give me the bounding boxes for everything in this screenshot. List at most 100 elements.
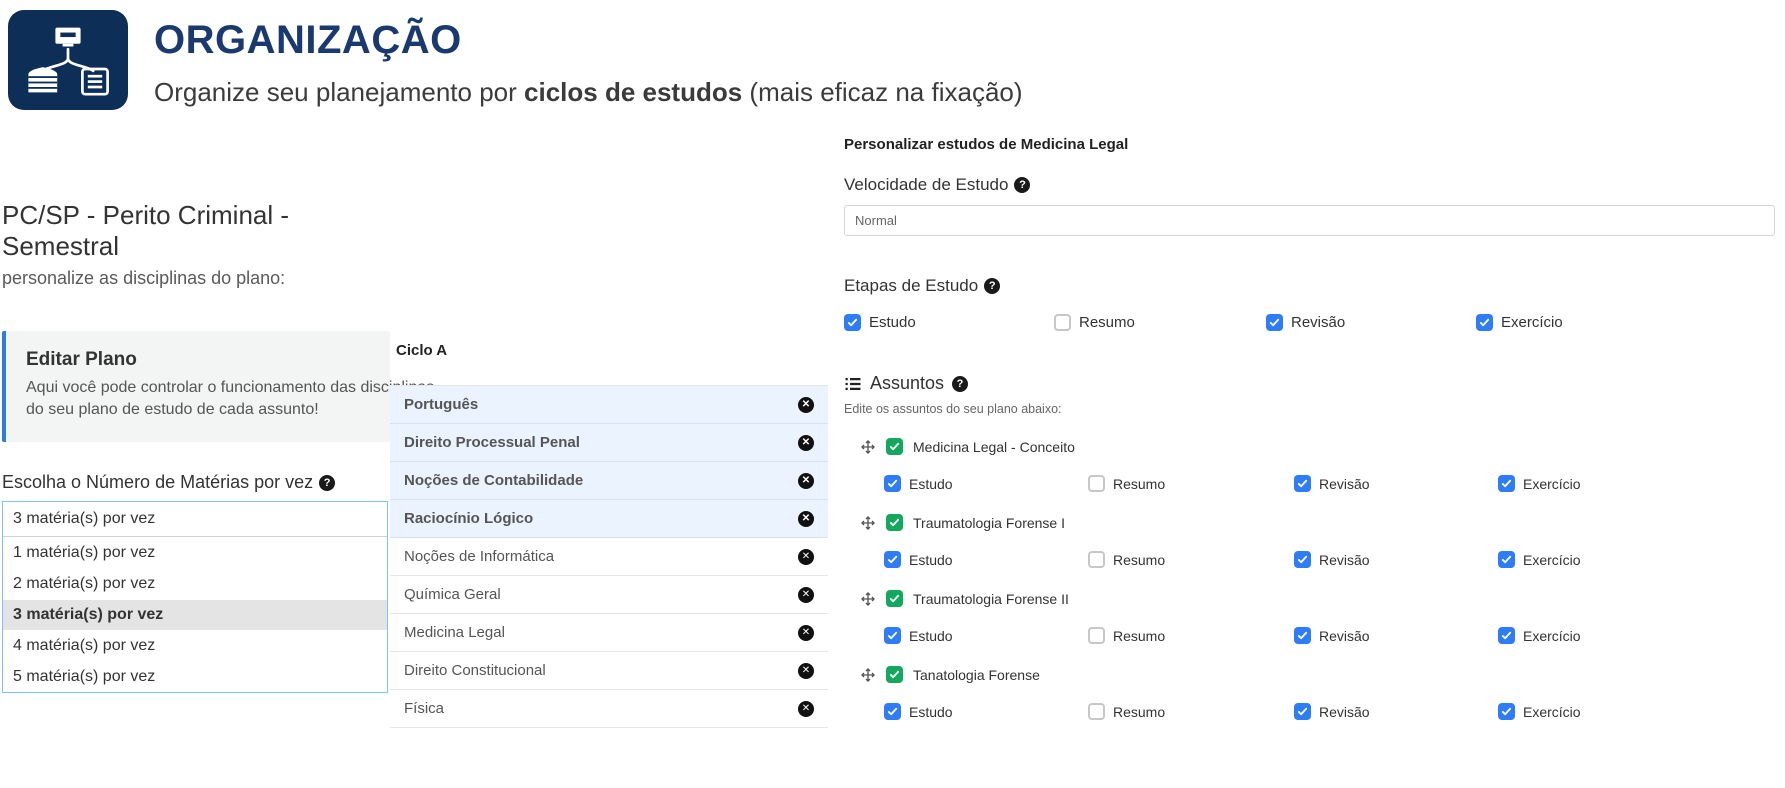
stage-label: Revisão [1319,552,1370,568]
remove-icon[interactable]: ✕ [798,435,814,451]
drag-icon[interactable] [860,439,876,455]
cycle-item-label: Química Geral [404,586,501,603]
cycle-item[interactable]: Direito Constitucional ✕ [390,652,828,690]
stage-label: Estudo [909,704,953,720]
stage-revisão: Revisão [1294,703,1498,720]
drag-icon[interactable] [860,667,876,683]
stage-checkbox[interactable] [1294,475,1311,492]
stage-checkbox[interactable] [1498,703,1515,720]
stage-checkbox[interactable] [1294,703,1311,720]
page-title: ORGANIZAÇÃO [154,18,1023,63]
stage-checkbox[interactable] [1294,627,1311,644]
remove-icon[interactable]: ✕ [798,473,814,489]
help-icon[interactable]: ? [952,376,968,392]
topic-checkbox[interactable] [886,666,903,683]
stage-checkbox[interactable] [1498,551,1515,568]
stage-checkbox[interactable] [1266,314,1283,331]
stage-exercício: Exercício [1498,627,1775,644]
topic-checkbox[interactable] [886,514,903,531]
cycle-title: Ciclo A [390,342,830,359]
stage-label: Revisão [1319,704,1370,720]
edit-plan-desc: Aqui você pode controlar o funcionamento… [26,377,446,420]
stage-label: Exercício [1523,476,1581,492]
stage-checkbox[interactable] [1088,627,1105,644]
stage-label: Estudo [909,628,953,644]
remove-icon[interactable]: ✕ [798,397,814,413]
remove-icon[interactable]: ✕ [798,663,814,679]
stage-resumo: Resumo [1054,314,1266,331]
stages-row: Estudo Resumo Revisão Exercício [844,314,1775,331]
edit-plan-card: Editar Plano Aqui você pode controlar o … [2,331,390,442]
remove-icon[interactable]: ✕ [798,625,814,641]
cycle-item[interactable]: Química Geral ✕ [390,576,828,614]
speed-label: Velocidade de Estudo ? [844,175,1775,195]
topic-name: Tanatologia Forense [913,667,1040,683]
cycle-item-label: Noções de Contabilidade [404,472,583,489]
topic-checkbox[interactable] [886,438,903,455]
stage-label: Revisão [1319,628,1370,644]
cycle-item[interactable]: Raciocínio Lógico✕ [390,500,828,538]
topic-item: Medicina Legal - ConceitoEstudoResumoRev… [844,438,1775,492]
cycle-item-label: Direito Constitucional [404,662,546,679]
select-option[interactable]: 2 matéria(s) por vez [3,568,387,599]
subjects-count-select[interactable]: 3 matéria(s) por vez 1 matéria(s) por ve… [2,501,388,693]
topic-item: Tanatologia ForenseEstudoResumoRevisãoEx… [844,666,1775,720]
help-icon[interactable]: ? [1014,177,1030,193]
cycle-item[interactable]: Medicina Legal✕ [390,614,828,652]
stage-checkbox[interactable] [844,314,861,331]
topic-checkbox[interactable] [886,590,903,607]
cycle-item[interactable]: Direito Processual Penal ✕ [390,424,828,462]
remove-icon[interactable]: ✕ [798,511,814,527]
stage-checkbox[interactable] [1088,703,1105,720]
cycle-item-label: Noções de Informática [404,548,554,565]
cycle-item[interactable]: Noções de Contabilidade ✕ [390,462,828,500]
customize-title: Personalizar estudos de Medicina Legal [844,136,1775,153]
select-option[interactable]: 1 matéria(s) por vez [3,537,387,568]
stage-checkbox[interactable] [1476,314,1493,331]
stage-estudo: Estudo [884,551,1088,568]
drag-icon[interactable] [860,591,876,607]
select-option[interactable]: 4 matéria(s) por vez [3,630,387,661]
page-subtitle: Organize seu planejamento por ciclos de … [154,77,1023,108]
cycle-item[interactable]: Física✕ [390,690,828,728]
remove-icon[interactable]: ✕ [798,587,814,603]
stage-exercício: Exercício [1498,703,1775,720]
stage-label: Exercício [1501,314,1563,331]
help-icon[interactable]: ? [319,475,335,491]
stage-revisão: Revisão [1266,314,1476,331]
stage-checkbox[interactable] [1054,314,1071,331]
select-current-value[interactable]: 3 matéria(s) por vez [3,502,387,537]
cycle-item[interactable]: Português✕ [390,386,828,424]
stage-checkbox[interactable] [1088,475,1105,492]
stage-checkbox[interactable] [884,703,901,720]
plan-subtitle: personalize as disciplinas do plano: [2,268,390,289]
stage-checkbox[interactable] [1498,475,1515,492]
cycle-item[interactable]: Noções de Informática ✕ [390,538,828,576]
stage-checkbox[interactable] [1498,627,1515,644]
remove-icon[interactable]: ✕ [798,549,814,565]
topic-name: Traumatologia Forense I [913,515,1065,531]
stage-checkbox[interactable] [884,551,901,568]
stage-label: Resumo [1079,314,1135,331]
remove-icon[interactable]: ✕ [798,701,814,717]
drag-icon[interactable] [860,515,876,531]
stage-checkbox[interactable] [884,475,901,492]
stage-label: Exercício [1523,704,1581,720]
stage-label: Revisão [1319,476,1370,492]
stage-estudo: Estudo [844,314,1054,331]
cycle-item-label: Direito Processual Penal [404,434,580,451]
topic-item: Traumatologia Forense IEstudoResumoRevis… [844,514,1775,568]
topics-header: Assuntos ? [844,373,1775,394]
edit-plan-title: Editar Plano [26,349,370,371]
stage-revisão: Revisão [1294,551,1498,568]
help-icon[interactable]: ? [984,278,1000,294]
page-header: ORGANIZAÇÃO Organize seu planejamento po… [0,0,1785,110]
stage-label: Exercício [1523,552,1581,568]
stage-checkbox[interactable] [1088,551,1105,568]
speed-select[interactable]: Normal [844,205,1775,236]
select-option[interactable]: 5 matéria(s) por vez [3,661,387,692]
stage-checkbox[interactable] [1294,551,1311,568]
select-option[interactable]: 3 matéria(s) por vez [3,599,387,630]
stage-checkbox[interactable] [884,627,901,644]
organization-icon [8,10,128,110]
